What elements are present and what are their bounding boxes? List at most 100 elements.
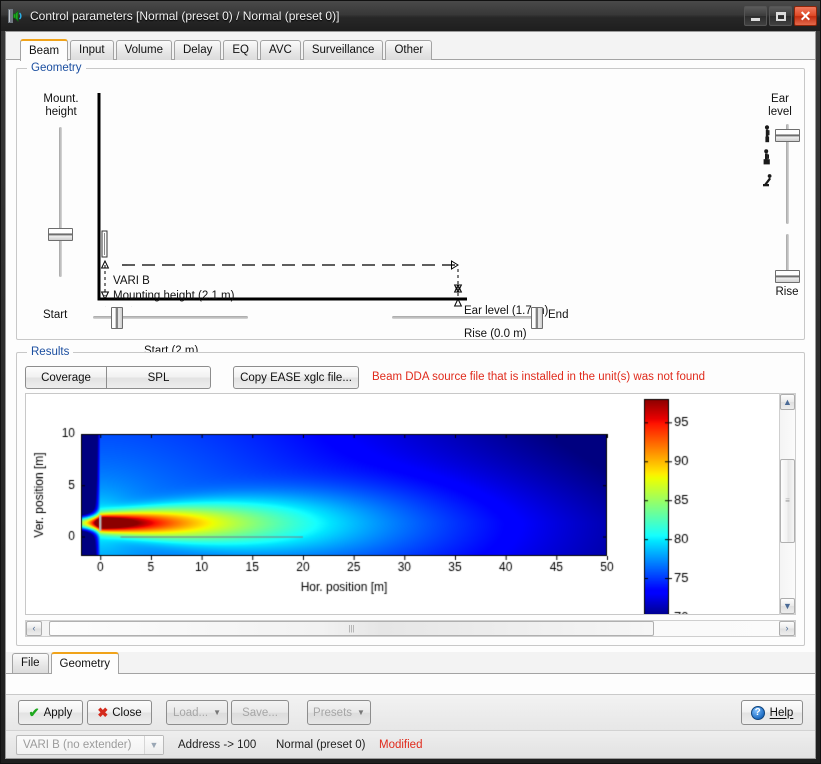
results-horizontal-scrollbar[interactable]: ‹ ||| › [25,620,796,637]
mounting-height-label: Mounting height (2.1 m) [113,290,235,302]
client-area: Beam Input Volume Delay EQ AVC Surveilla… [5,31,816,759]
lower-tab-geometry-label: Geometry [59,658,111,670]
button-bar: ✔ Apply ✖ Close Load... ▼ Save... Preset… [6,694,815,730]
tab-other[interactable]: Other [385,40,433,60]
close-button-label: Close [112,706,142,719]
warning-message: Beam DDA source file that is installed i… [372,371,706,383]
chevron-right-icon: › [785,623,789,633]
geometry-diagram: Mount. height Ear level Rise VARI B Moun… [17,69,804,367]
tab-volume[interactable]: Volume [115,40,172,60]
help-button-label: Help [769,706,794,719]
geometry-group: Geometry Mount. height Ear level Rise VA… [16,62,805,367]
address-status: Address -> 100 [178,739,257,751]
ear-level-slider-thumb[interactable] [775,129,800,142]
x-icon: ✖ [97,705,109,720]
copy-ease-xglc-button[interactable]: Copy EASE xglc file... [233,366,359,389]
tab-delay-label: Delay [182,44,213,56]
save-button-label: Save... [242,706,278,719]
end-slider-label: End [548,309,569,321]
coverage-button[interactable]: Coverage [25,366,107,389]
lower-tab-strip: File Geometry [6,652,815,674]
beam-tab-page: Geometry Mount. height Ear level Rise VA… [6,59,815,652]
scroll-right-button[interactable]: › [779,621,795,636]
tab-input-label: Input [79,44,105,56]
spl-heatmap-canvas[interactable] [26,394,746,614]
start-slider-thumb[interactable] [111,307,123,329]
grip-icon: ≡ [785,496,790,506]
vertical-scroll-thumb[interactable]: ≡ [780,458,795,544]
lower-tab-page [6,674,815,694]
tab-input[interactable]: Input [70,40,114,60]
device-select-value: VARI B (no extender) [23,739,132,751]
sitting-person-icon[interactable] [761,149,776,168]
scroll-up-button[interactable]: ▲ [780,394,795,410]
help-button[interactable]: ? Help [741,700,803,725]
tab-surveillance-label: Surveillance [311,44,375,56]
close-button-bottom[interactable]: ✖ Close [87,700,152,725]
mount-height-slider-thumb[interactable] [48,228,73,241]
modified-status: Modified [379,739,423,751]
rise-slider-thumb[interactable] [775,270,800,283]
speaker-name-label: VARI B [113,275,150,287]
maximize-button[interactable] [769,6,792,26]
speaker-icon [7,7,25,25]
coverage-button-label: Coverage [41,371,91,384]
main-tab-strip: Beam Input Volume Delay EQ AVC Surveilla… [6,38,815,61]
lower-tab-geometry[interactable]: Geometry [50,652,120,674]
tab-delay[interactable]: Delay [173,40,222,60]
mount-height-slider-track[interactable] [59,127,62,277]
rise-label: Rise [775,286,799,298]
question-mark-icon: ? [750,705,765,720]
application-window: Control parameters [Normal (preset 0) / … [0,0,821,764]
tab-surveillance[interactable]: Surveillance [302,40,384,60]
presets-button-label: Presets [313,706,353,719]
standing-person-icon[interactable] [762,125,776,146]
chevron-down-icon: ▼ [783,600,792,611]
load-button[interactable]: Load... ▼ [166,700,228,725]
close-icon: ✕ [799,8,812,24]
room-cross-section-drawing [97,93,467,307]
minimize-button[interactable] [744,6,767,26]
scroll-down-button[interactable]: ▼ [780,598,795,614]
tab-volume-label: Volume [124,44,163,56]
tab-beam[interactable]: Beam [20,39,69,61]
save-button[interactable]: Save... [231,700,289,725]
spl-coverage-plot-panel [25,393,796,615]
start-slider-label: Start [43,309,68,321]
spl-button[interactable]: SPL [107,366,211,389]
window-title: Control parameters [Normal (preset 0) / … [30,9,340,23]
chevron-up-icon: ▲ [783,396,792,407]
tab-avc[interactable]: AVC [260,40,301,60]
title-bar[interactable]: Control parameters [Normal (preset 0) / … [1,1,820,31]
horizontal-scroll-trough[interactable]: ||| [42,621,779,636]
chevron-down-icon[interactable]: ▼ [144,736,163,754]
spl-button-label: SPL [147,371,170,384]
lower-tab-file[interactable]: File [12,653,49,673]
ear-level-label: Ear level [768,93,792,118]
chevron-down-icon: ▼ [213,708,222,717]
end-slider-thumb[interactable] [531,307,543,329]
presets-button[interactable]: Presets ▼ [307,700,371,725]
device-select[interactable]: VARI B (no extender) ▼ [16,735,164,755]
check-icon: ✔ [28,705,40,720]
chevron-down-icon: ▼ [357,708,365,717]
results-content: Coverage SPL Copy EASE xglc file... Beam… [17,353,804,645]
chevron-left-icon: ‹ [32,623,36,633]
apply-button-label: Apply [43,706,73,719]
tab-avc-label: AVC [269,44,292,56]
vertical-scroll-trough[interactable]: ≡ [780,410,795,598]
tab-eq-label: EQ [232,44,250,56]
apply-button[interactable]: ✔ Apply [18,700,83,725]
close-button[interactable]: ✕ [794,6,817,26]
results-vertical-scrollbar[interactable]: ▲ ≡ ▼ [779,393,796,615]
grip-icon: ||| [348,623,355,633]
horizontal-scroll-thumb[interactable]: ||| [49,621,654,636]
results-group: Results Coverage SPL Copy EASE xglc file… [16,346,805,646]
rise-value-label: Rise (0.0 m) [464,328,527,340]
reclining-person-icon[interactable] [761,173,777,190]
tab-eq[interactable]: EQ [223,40,259,60]
lower-tab-file-label: File [21,657,40,669]
tab-beam-label: Beam [29,45,60,57]
scroll-left-button[interactable]: ‹ [26,621,42,636]
end-slider-track[interactable] [392,316,542,319]
